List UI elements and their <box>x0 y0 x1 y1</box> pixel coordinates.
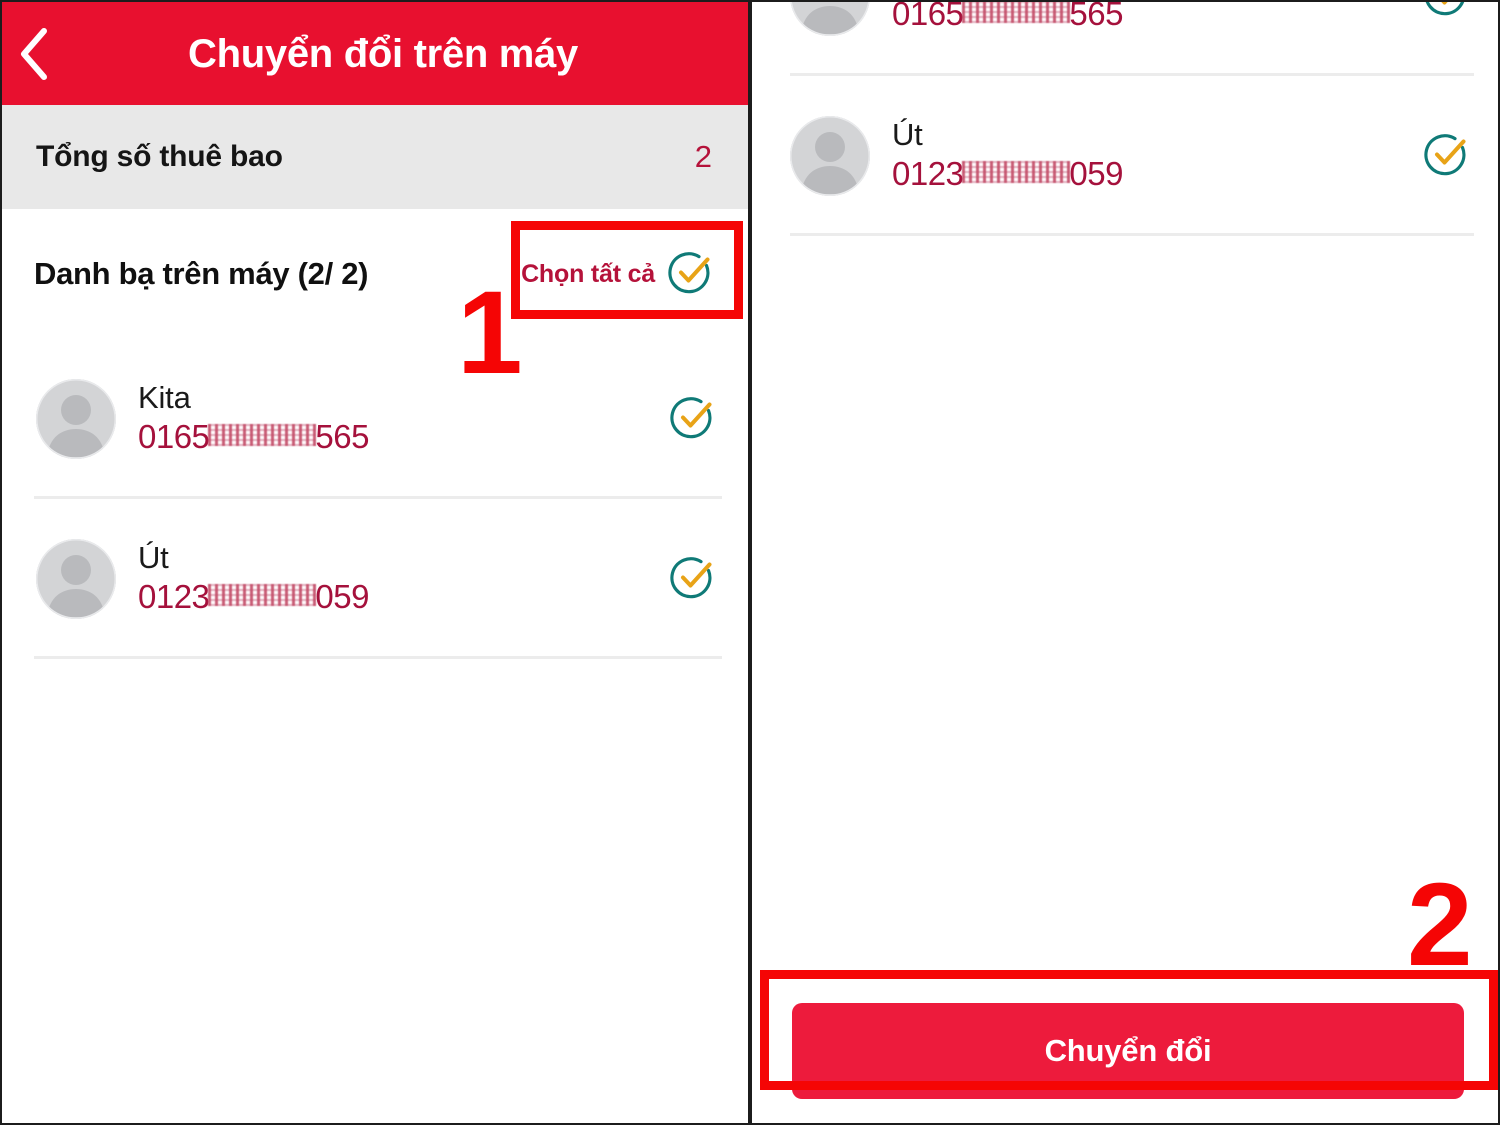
app-header: Chuyển đổi trên máy <box>2 2 748 105</box>
contact-checkbox[interactable] <box>662 394 716 445</box>
convert-button[interactable]: Chuyển đổi <box>792 1003 1464 1099</box>
contact-list-item[interactable]: Út 0123 059 <box>2 499 748 659</box>
contact-text: Út 0123 059 <box>138 539 662 618</box>
phone-redaction <box>962 161 1071 184</box>
contact-list: Kita 0165 565 <box>2 339 748 659</box>
phone-prefix: 0165 <box>138 418 210 456</box>
contact-name: Kita <box>138 379 191 415</box>
contact-name: Út <box>138 539 169 575</box>
contact-list: Kita 0165565 <box>754 2 1498 236</box>
list-divider <box>34 656 722 659</box>
contact-list-item[interactable]: Kita 0165565 <box>754 2 1498 76</box>
avatar <box>36 379 116 459</box>
tutorial-screenshot: Chuyển đổi trên máy Tổng số thuê bao 2 D… <box>0 0 1500 1125</box>
check-circle-icon <box>1424 131 1470 182</box>
contact-checkbox[interactable] <box>1416 2 1470 22</box>
total-subscribers-count: 2 <box>694 139 712 174</box>
check-circle-icon <box>668 249 714 300</box>
contact-checkbox[interactable] <box>1416 131 1470 182</box>
contacts-section-header: Danh bạ trên máy (2/ 2) Chọn tất cả <box>2 209 748 339</box>
phone-suffix: 059 <box>315 578 369 616</box>
contacts-section-title: Danh bạ trên máy (2/ 2) <box>34 256 369 291</box>
contact-list-item[interactable]: Út 0123 059 <box>754 76 1498 236</box>
check-circle-icon <box>670 554 716 605</box>
phone-prefix: 0123 <box>892 155 964 193</box>
contact-text: Út 0123 059 <box>892 116 1416 195</box>
left-phone-screen: Chuyển đổi trên máy Tổng số thuê bao 2 D… <box>2 2 748 1123</box>
contact-phone: 0165 565 <box>138 418 662 457</box>
panel-divider <box>748 2 752 1123</box>
contact-text: Kita 0165565 <box>892 2 1416 34</box>
select-all-label: Chọn tất cả <box>521 259 655 288</box>
check-circle-icon <box>1424 2 1470 22</box>
back-button[interactable] <box>2 2 68 105</box>
phone-suffix: 565 <box>1069 2 1123 33</box>
page-title: Chuyển đổi trên máy <box>188 31 578 76</box>
contact-text: Kita 0165 565 <box>138 379 662 458</box>
contact-list-item[interactable]: Kita 0165 565 <box>2 339 748 499</box>
avatar <box>790 116 870 196</box>
chevron-left-icon <box>18 26 52 82</box>
contact-name: Út <box>892 116 923 152</box>
phone-prefix: 0165 <box>892 2 964 33</box>
check-circle-icon <box>670 394 716 445</box>
contact-phone: 0123 059 <box>892 155 1416 194</box>
avatar <box>790 2 870 36</box>
contact-phone: 0123 059 <box>138 578 662 617</box>
total-subscribers-band: Tổng số thuê bao 2 <box>2 105 748 209</box>
right-phone-screen: Kita 0165565 <box>754 2 1498 1123</box>
phone-suffix: 059 <box>1069 155 1123 193</box>
contact-phone: 0165 565 <box>892 2 1416 34</box>
phone-redaction <box>208 424 317 447</box>
avatar <box>36 539 116 619</box>
phone-redaction <box>208 584 317 607</box>
total-subscribers-label: Tổng số thuê bao <box>36 140 283 173</box>
phone-redaction <box>962 2 1071 24</box>
list-divider <box>790 233 1474 236</box>
phone-prefix: 0123 <box>138 578 210 616</box>
cta-area: Chuyển đổi <box>754 975 1498 1123</box>
select-all-control[interactable]: Chọn tất cả <box>521 249 718 300</box>
contact-checkbox[interactable] <box>662 554 716 605</box>
phone-suffix: 565 <box>315 418 369 456</box>
